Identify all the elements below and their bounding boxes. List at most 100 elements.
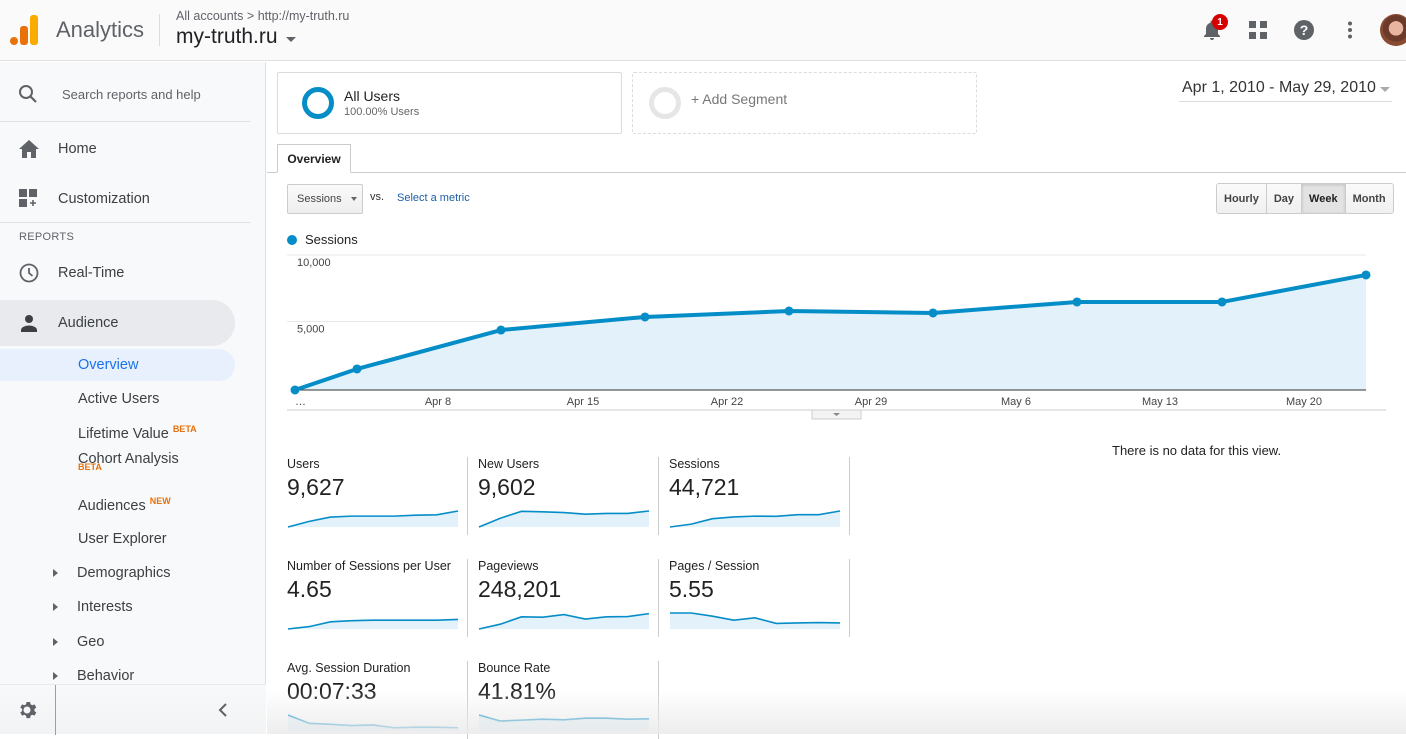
more-options-button[interactable] xyxy=(1332,12,1368,48)
expand-arrow-icon xyxy=(53,603,58,611)
help-button[interactable]: ? xyxy=(1286,12,1322,48)
sidebar-item-customization[interactable]: Customization xyxy=(0,176,235,222)
sidebar-subitem-user-explorer[interactable]: User Explorer xyxy=(0,523,235,555)
sidebar-item-label: Home xyxy=(58,141,97,157)
sparkline-area xyxy=(288,511,458,527)
expand-arrow-icon xyxy=(53,672,58,680)
sparkline-area xyxy=(670,511,840,527)
metric-label: Number of Sessions per User xyxy=(287,559,451,573)
select-metric-link[interactable]: Select a metric xyxy=(397,192,470,204)
sidebar-subitem-active-users[interactable]: Active Users xyxy=(0,383,235,415)
metric-tile[interactable]: Pageviews 248,201 xyxy=(478,559,658,637)
search-icon xyxy=(19,85,37,103)
data-point xyxy=(1217,297,1227,307)
data-point xyxy=(1072,297,1082,307)
chevron-down-icon xyxy=(350,197,357,201)
breadcrumb-account[interactable]: All accounts xyxy=(176,9,243,23)
metric-label: Bounce Rate xyxy=(478,661,551,675)
metric-sparkline xyxy=(478,510,650,528)
x-tick-label: … xyxy=(295,396,306,408)
metric-value: 5.55 xyxy=(669,576,714,602)
sidebar-subitem-audiences[interactable]: Audiences NEW xyxy=(0,489,235,521)
svg-text:?: ? xyxy=(1300,22,1309,38)
metric-value: 00:07:33 xyxy=(287,678,377,704)
sparkline-area xyxy=(670,613,840,629)
metric-value: 44,721 xyxy=(669,474,740,500)
sidebar-subitem-label: Lifetime Value xyxy=(78,425,169,442)
x-tick-label: May 20 xyxy=(1286,396,1322,408)
segment-subtitle: 100.00% Users xyxy=(344,106,420,118)
metric-tile[interactable]: Sessions 44,721 xyxy=(669,457,849,535)
metric-value: 9,602 xyxy=(478,474,536,500)
property-selector[interactable]: my-truth.ru xyxy=(176,25,296,49)
sessions-line-chart[interactable]: 10,000 5,000 … Apr 8 Apr 15 Apr 22 Apr 29 May 6… xyxy=(267,222,1406,422)
sidebar-item-real-time[interactable]: Real-Time xyxy=(0,250,235,296)
search-input[interactable]: Search reports and help xyxy=(10,74,250,114)
sidebar-subitem-interests[interactable]: Interests xyxy=(0,591,235,623)
x-tick-label: Apr 15 xyxy=(567,396,599,408)
breadcrumb-property-url[interactable]: http://my-truth.ru xyxy=(258,9,350,23)
notifications-button[interactable]: 1 xyxy=(1194,12,1230,48)
data-point xyxy=(928,308,938,318)
sidebar-subitem-geo[interactable]: Geo xyxy=(0,626,235,658)
apps-button[interactable] xyxy=(1240,12,1276,48)
date-range-picker[interactable]: Apr 1, 2010 - May 29, 2010 xyxy=(1179,74,1392,102)
tile-divider xyxy=(467,457,468,535)
sidebar-subitem-cohort-analysis[interactable]: Cohort Analysis BETA xyxy=(0,446,235,482)
metric-tile[interactable]: Bounce Rate 41.81% xyxy=(478,661,658,739)
granularity-hourly-button[interactable]: Hourly xyxy=(1217,184,1266,213)
app-name: Analytics xyxy=(56,17,145,42)
metric-tile[interactable]: Number of Sessions per User 4.65 xyxy=(287,559,467,637)
add-segment-button[interactable]: + Add Segment xyxy=(632,72,977,134)
notification-count-badge: 1 xyxy=(1212,14,1228,30)
tile-divider xyxy=(658,661,659,739)
sidebar-subitem-label: Demographics xyxy=(77,565,171,581)
sidebar-subitem-overview[interactable]: Overview xyxy=(0,349,235,381)
metric-tile[interactable]: Avg. Session Duration 00:07:33 xyxy=(287,661,467,739)
person-icon xyxy=(21,315,37,332)
granularity-toggle: Hourly Day Week Month xyxy=(1216,183,1394,214)
top-bar: Analytics All accounts > http://my-truth… xyxy=(0,0,1406,61)
metric-sparkline xyxy=(287,618,459,630)
collapse-chevron-left-icon[interactable] xyxy=(217,702,229,718)
metric-tile[interactable]: Pages / Session 5.55 xyxy=(669,559,849,637)
user-avatar[interactable] xyxy=(1380,14,1406,46)
metric-sparkline xyxy=(478,612,650,630)
sidebar: Search reports and help Home Customizati… xyxy=(0,62,266,735)
x-tick-label: Apr 8 xyxy=(425,396,451,408)
settings-gear-icon[interactable] xyxy=(17,700,37,720)
metric-label: Pages / Session xyxy=(669,559,760,573)
beta-tag: BETA xyxy=(172,424,197,435)
metric-tile[interactable]: Users 9,627 xyxy=(287,457,467,535)
granularity-month-button[interactable]: Month xyxy=(1344,184,1393,213)
property-name: my-truth.ru xyxy=(176,25,278,48)
metric-tile[interactable]: New Users 9,602 xyxy=(478,457,658,535)
sidebar-subitem-lifetime-value[interactable]: Lifetime Value BETA xyxy=(0,417,235,449)
chevron-down-icon xyxy=(1380,87,1390,92)
vs-label: vs. xyxy=(370,191,385,203)
chevron-down-icon xyxy=(285,36,296,42)
sidebar-item-label: Real-Time xyxy=(58,265,125,281)
data-point xyxy=(1361,270,1371,280)
granularity-day-button[interactable]: Day xyxy=(1265,184,1302,213)
empty-segment-ring-icon xyxy=(649,87,681,119)
segment-all-users[interactable]: All Users 100.00% Users xyxy=(277,72,622,134)
granularity-week-button[interactable]: Week xyxy=(1301,184,1345,213)
tile-divider xyxy=(467,559,468,637)
metric-label: Users xyxy=(287,457,320,471)
tab-overview[interactable]: Overview xyxy=(277,144,351,173)
sidebar-divider xyxy=(0,121,250,122)
tile-divider xyxy=(849,457,850,535)
sidebar-subitem-label: User Explorer xyxy=(78,531,167,547)
help-icon: ? xyxy=(1294,20,1314,40)
sidebar-item-audience[interactable]: Audience xyxy=(0,300,235,346)
sidebar-subitem-demographics[interactable]: Demographics xyxy=(0,557,235,589)
sidebar-item-home[interactable]: Home xyxy=(0,126,235,172)
x-tick-label: Apr 22 xyxy=(711,396,743,408)
footer-divider xyxy=(55,685,56,735)
metric-label: Avg. Session Duration xyxy=(287,661,411,675)
analytics-logo-icon[interactable] xyxy=(10,15,38,45)
data-point xyxy=(784,306,794,316)
metric-selector[interactable]: Sessions xyxy=(287,184,363,214)
breadcrumb[interactable]: All accounts > http://my-truth.ru xyxy=(176,9,349,23)
